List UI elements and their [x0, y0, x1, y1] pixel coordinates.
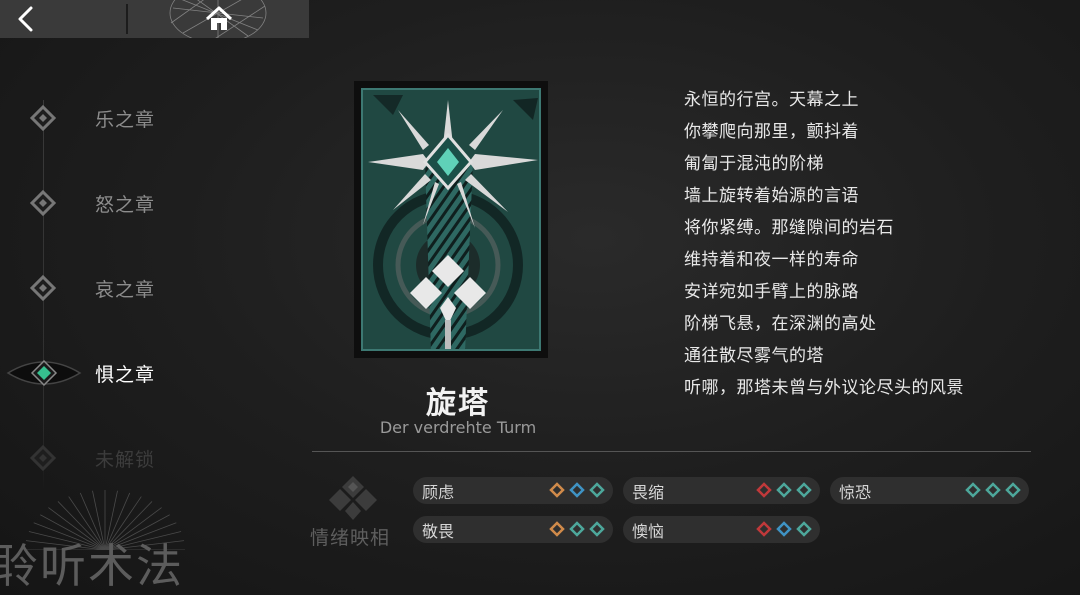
emotion-pill[interactable]: 顾虑	[413, 477, 613, 504]
gem-teal-icon	[589, 521, 605, 537]
emotion-pill[interactable]: 畏缩	[623, 477, 820, 504]
gem-teal-icon	[796, 521, 812, 537]
poem-line: 将你紧缚。那缝隙间的岩石	[684, 218, 894, 238]
poem-line: 阶梯飞悬，在深渊的高处	[684, 314, 877, 334]
section-divider	[312, 451, 1031, 452]
app-watermark: 聆听术法	[0, 539, 184, 593]
chapter-label: 乐之章	[95, 108, 156, 131]
gem-blue-icon	[776, 521, 792, 537]
poem-line: 安详宛如手臂上的脉路	[684, 282, 859, 302]
poem-line: 永恒的行宫。天幕之上	[684, 90, 859, 110]
diamond-node-icon	[29, 274, 57, 302]
emotion-name: 畏缩	[632, 482, 665, 502]
gem-red-icon	[756, 521, 772, 537]
poem-line: 维持着和夜一样的寿命	[684, 250, 859, 270]
back-button[interactable]	[0, 0, 127, 38]
spiral-tower-art-icon	[363, 90, 539, 349]
poem-line: 墙上旋转着始源的言语	[684, 186, 859, 206]
gem-teal-icon	[985, 482, 1001, 498]
emotion-pill[interactable]: 惊恐	[830, 477, 1029, 504]
home-icon	[205, 6, 232, 30]
emotion-pill[interactable]: 懊恼	[623, 516, 820, 543]
chapter-label: 未解锁	[95, 448, 156, 471]
emotion-pill[interactable]: 敬畏	[413, 516, 613, 543]
emotion-name: 懊恼	[632, 521, 665, 541]
poem-line: 你攀爬向那里，颤抖着	[684, 122, 859, 142]
chapter-item[interactable]: 惧之章	[0, 353, 230, 393]
emotion-name: 惊恐	[839, 482, 872, 502]
emotion-name: 顾虑	[422, 482, 455, 502]
gem-teal-icon	[569, 521, 585, 537]
chapter-item[interactable]: 乐之章	[0, 98, 230, 138]
emotion-section-label: 情绪映相	[310, 527, 391, 549]
chapter-label: 怒之章	[95, 193, 156, 216]
poem-text: 永恒的行宫。天幕之上 你攀爬向那里，颤抖着 匍匐于混沌的阶梯墙上旋转着始源的言语将你…	[684, 86, 964, 406]
gem-orange-icon	[549, 521, 565, 537]
card-subtitle: Der verdrehte Turm	[379, 418, 537, 437]
chapter-item[interactable]: 怒之章	[0, 183, 230, 223]
emotion-name: 敬畏	[422, 521, 455, 541]
emotion-gems	[961, 482, 1021, 498]
diamond-node-icon	[29, 189, 57, 217]
card-artwork	[361, 88, 541, 351]
gem-teal-icon	[589, 482, 605, 498]
gem-teal-icon	[1005, 482, 1021, 498]
gem-red-icon	[756, 482, 772, 498]
emotion-gems	[545, 521, 605, 537]
gem-teal-icon	[776, 482, 792, 498]
diamond-node-icon	[29, 104, 57, 132]
gem-orange-icon	[549, 482, 565, 498]
gem-teal-icon	[965, 482, 981, 498]
poem-line: 匍匐于混沌的阶梯	[684, 154, 824, 174]
chapter-label: 哀之章	[95, 278, 156, 301]
chapter-label: 惧之章	[95, 363, 156, 386]
gem-teal-icon	[796, 482, 812, 498]
tarot-card	[354, 81, 548, 358]
emotion-gems	[752, 521, 812, 537]
poem-line: 通往散尽雾气的塔	[684, 346, 824, 366]
emotion-gems	[545, 482, 605, 498]
poem-line: 听哪，那塔未曾与外议论尽头的风景	[684, 378, 964, 398]
emotion-diamond-icon	[329, 476, 377, 520]
card-title: 旋塔	[426, 386, 490, 421]
home-button[interactable]	[128, 0, 309, 38]
active-eye-node-icon	[6, 359, 82, 387]
chevron-left-icon	[18, 6, 33, 32]
top-bar	[0, 0, 309, 38]
chapter-item[interactable]: 哀之章	[0, 268, 230, 308]
gem-blue-icon	[569, 482, 585, 498]
emotion-gems	[752, 482, 812, 498]
